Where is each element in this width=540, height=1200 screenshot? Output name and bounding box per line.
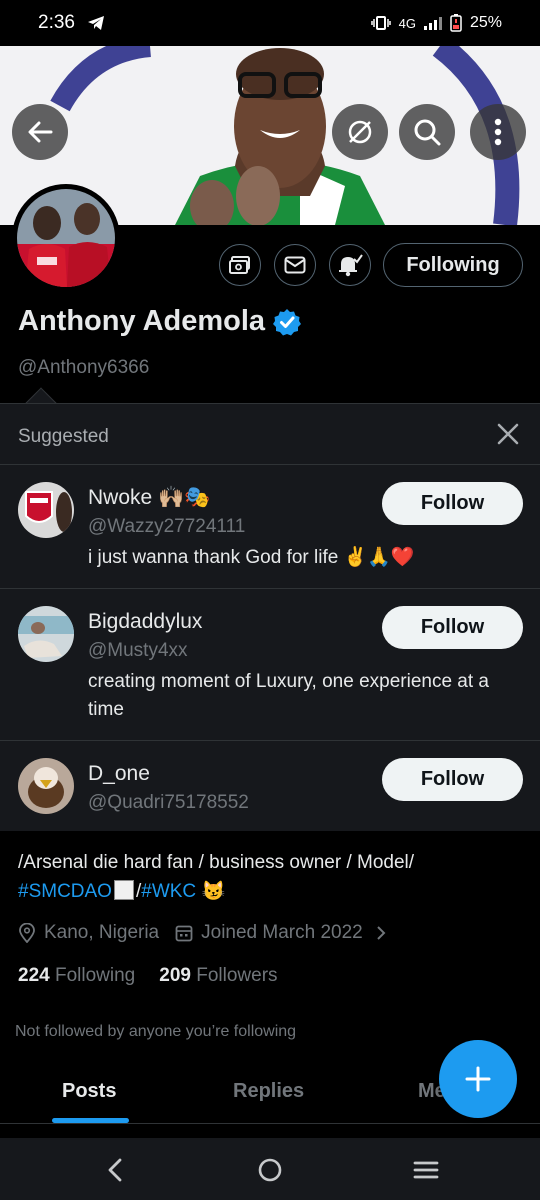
battery-level: 25%	[469, 14, 502, 31]
suggested-user-name: Bigdaddylux	[88, 610, 203, 633]
suggested-user-handle: @Musty4xx	[88, 640, 188, 661]
profile-bio: /Arsenal die hard fan / business owner /…	[18, 848, 528, 906]
followers-label: Followers	[196, 965, 278, 986]
profile-meta: Kano, Nigeria Joined March 2022	[18, 922, 387, 944]
signal-icon	[423, 17, 442, 30]
suggested-user-name: D_one	[88, 762, 150, 785]
compose-post-button[interactable]	[439, 1040, 517, 1118]
location-pin-icon	[19, 923, 35, 943]
muted-icon	[348, 120, 372, 144]
vibrate-icon	[370, 16, 391, 30]
white-square-icon	[113, 880, 134, 900]
status-bar: 2:36 4G 25%	[0, 0, 540, 46]
subscribe-button[interactable]	[219, 244, 261, 286]
hashtag-link[interactable]: #SMCDAO	[18, 881, 112, 902]
battery-icon	[450, 14, 462, 32]
money-icon	[229, 256, 250, 274]
not-followed-note: Not followed by anyone you’re following	[15, 1023, 297, 1040]
network-type: 4G	[398, 15, 416, 31]
nav-back-icon[interactable]	[102, 1156, 130, 1184]
avatar-image	[17, 189, 115, 287]
nav-recents-icon[interactable]	[412, 1156, 440, 1184]
more-options-button[interactable]	[470, 104, 526, 160]
followers-count-link[interactable]: 209 Followers	[159, 965, 277, 987]
tab-posts[interactable]: Posts	[62, 1080, 116, 1103]
following-button[interactable]: Following	[383, 243, 523, 287]
nav-home-icon[interactable]	[256, 1156, 284, 1184]
display-name: Anthony Ademola	[18, 305, 266, 337]
chevron-right-icon[interactable]	[375, 925, 387, 941]
suggested-user-avatar[interactable]	[18, 606, 74, 662]
following-count-link[interactable]: 224 Following	[18, 965, 135, 987]
suggested-user-avatar[interactable]	[18, 482, 74, 538]
more-vertical-icon	[494, 118, 502, 146]
suggested-user-row[interactable]: Bigdaddylux @Musty4xx creating moment of…	[0, 588, 540, 740]
suggested-user-row[interactable]: Nwoke 🙌🏼🎭 @Wazzy27724111 i just wanna th…	[0, 464, 540, 588]
verified-badge-icon	[273, 308, 302, 335]
hashtag-link[interactable]: #WKC	[141, 881, 196, 902]
suggested-user-name: Nwoke 🙌🏼🎭	[88, 486, 211, 509]
telegram-icon	[87, 16, 104, 30]
follow-button[interactable]: Follow	[382, 758, 523, 801]
location-text: Kano, Nigeria	[44, 922, 160, 943]
joined-text: Joined March 2022	[201, 922, 363, 943]
follow-counts: 224 Following 209 Followers	[18, 965, 278, 987]
suggested-user-handle: @Wazzy27724111	[88, 516, 246, 537]
following-count: 224	[18, 965, 50, 986]
calendar-icon	[175, 925, 193, 942]
close-icon[interactable]	[496, 422, 520, 446]
arrow-left-icon	[28, 121, 53, 143]
mail-icon	[284, 256, 306, 274]
display-name-row: Anthony Ademola	[18, 305, 302, 338]
bell-check-icon	[339, 254, 363, 277]
follow-button[interactable]: Follow	[382, 606, 523, 649]
profile-handle: @Anthony6366	[18, 357, 150, 378]
suggested-user-handle: @Quadri75178552	[88, 792, 249, 813]
search-button[interactable]	[399, 104, 455, 160]
message-button[interactable]	[274, 244, 316, 286]
following-label: Following	[54, 965, 136, 986]
system-nav-bar	[0, 1138, 540, 1200]
bio-text: /Arsenal die hard fan / business owner /…	[18, 852, 415, 873]
suggested-panel: Suggested Nwoke 🙌🏼🎭 @Wazzy27724111 i jus…	[0, 403, 540, 831]
notifications-button[interactable]	[329, 244, 371, 286]
active-tab-indicator	[52, 1118, 129, 1123]
status-time: 2:36	[38, 12, 75, 33]
suggested-user-row[interactable]: D_one @Quadri75178552 Follow	[0, 740, 540, 832]
cat-emoji-icon: 😼	[201, 881, 226, 902]
tab-replies[interactable]: Replies	[233, 1080, 304, 1103]
suggested-user-avatar[interactable]	[18, 758, 74, 814]
followers-count: 209	[159, 965, 191, 986]
suggested-user-bio: creating moment of Luxury, one experienc…	[88, 671, 489, 720]
search-icon	[414, 119, 441, 146]
plus-icon	[465, 1066, 491, 1092]
profile-avatar[interactable]	[12, 184, 120, 292]
follow-button[interactable]: Follow	[382, 482, 523, 525]
mute-button[interactable]	[332, 104, 388, 160]
suggested-user-bio: i just wanna thank God for life ✌️🙏❤️	[88, 547, 415, 568]
back-button[interactable]	[12, 104, 68, 160]
suggested-title: Suggested	[18, 426, 109, 447]
